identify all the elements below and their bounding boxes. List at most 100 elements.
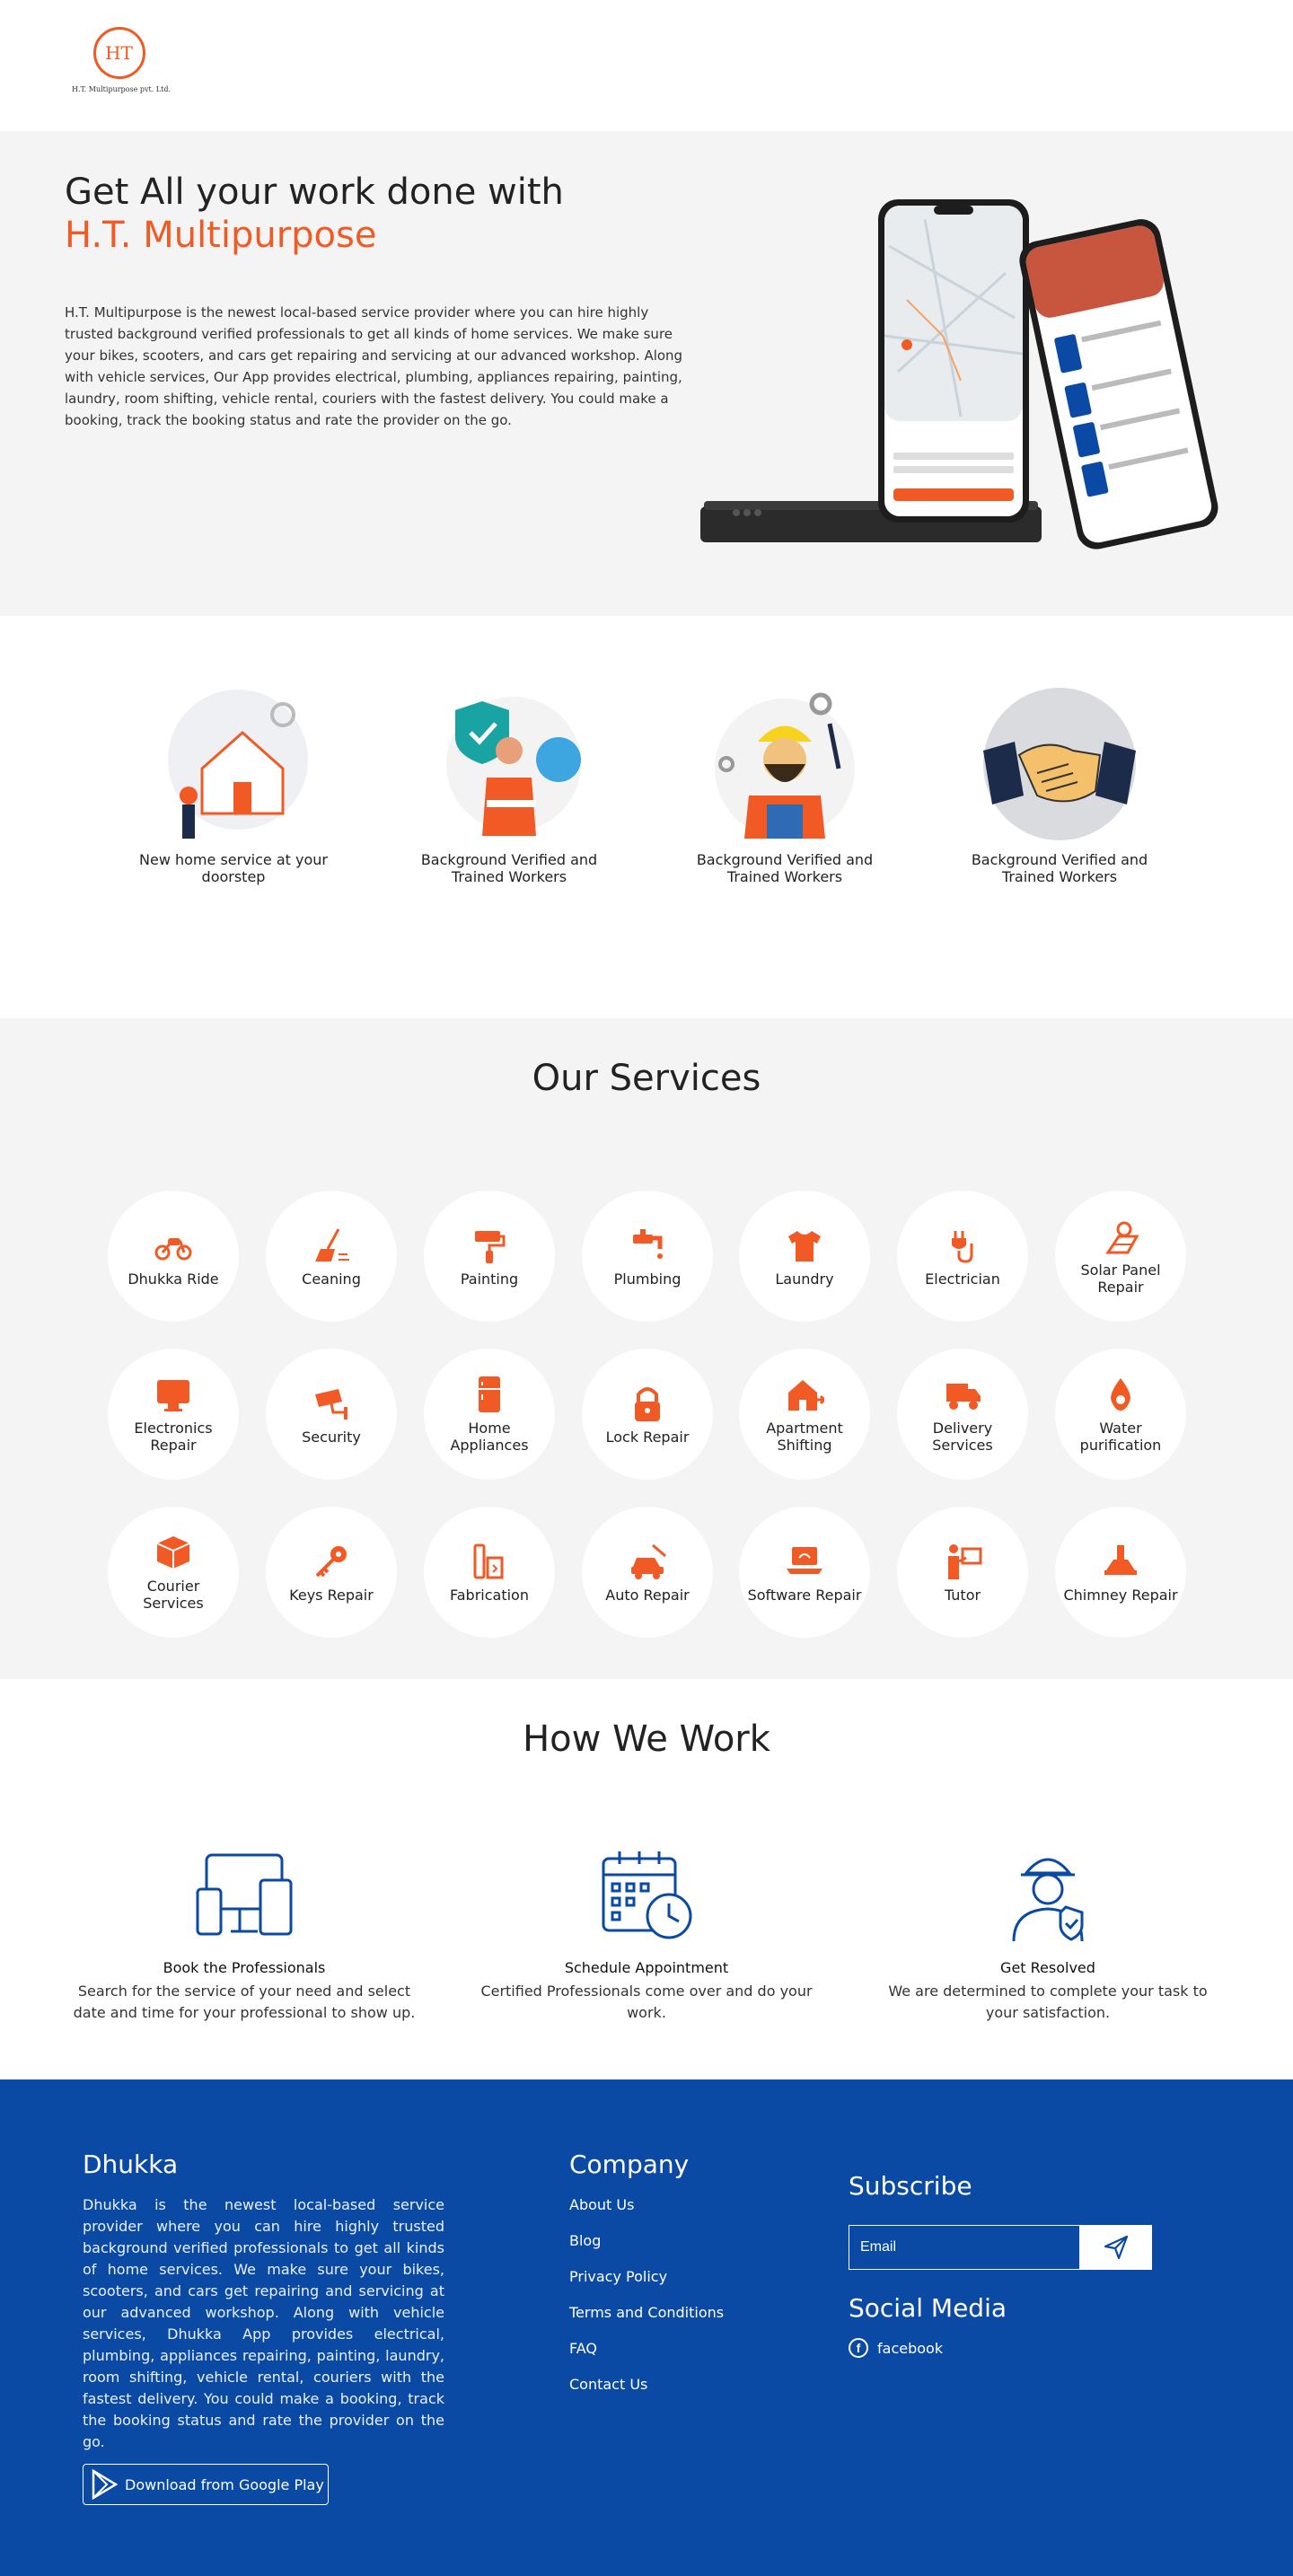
service-item[interactable]: Security	[266, 1349, 397, 1480]
service-item[interactable]: Water purification	[1055, 1349, 1186, 1480]
feature-label: New home service at your doorstep	[139, 851, 328, 885]
hero-title: Get All your work done with	[65, 171, 564, 213]
truck-icon	[946, 1384, 981, 1410]
calendar-clock-icon	[602, 1851, 692, 1939]
padlock-icon	[635, 1386, 660, 1421]
feature-item: Background Verified and Trained Workers	[690, 688, 879, 885]
services-title: Our Services	[532, 1058, 761, 1099]
step-item: Schedule Appointment Certified Professio…	[471, 1846, 822, 2024]
site-footer: Dhukka Dhukka is the newest local-based …	[0, 2079, 1293, 2576]
service-item[interactable]: Home Appliances	[424, 1349, 555, 1480]
service-label: Water purification	[1079, 1420, 1162, 1454]
step-title: Book the Professionals	[163, 1959, 326, 1976]
service-label: Electrician	[925, 1270, 1000, 1288]
cctv-icon	[315, 1388, 347, 1420]
phone-mockup-image	[700, 199, 1218, 549]
service-label: Home Appliances	[450, 1420, 529, 1454]
service-label: Apartment Shifting	[766, 1420, 843, 1454]
service-item[interactable]: Dhukka Ride	[108, 1191, 239, 1322]
monitor-icon	[157, 1380, 189, 1411]
chimney-icon	[1104, 1544, 1137, 1575]
logo-mark: HT	[92, 27, 145, 79]
construction-worker-illustration	[715, 692, 855, 839]
feature-item: Background Verified and Trained Workers	[415, 688, 603, 885]
hero-description: H.T. Multipurpose is the newest local-ba…	[65, 304, 683, 428]
step-description: Search for the service of your need and …	[73, 1983, 416, 2021]
service-label: Courier Services	[143, 1578, 204, 1612]
facebook-label: facebook	[877, 2339, 944, 2357]
feature-label: Background Verified and Trained Workers	[420, 851, 598, 885]
faucet-icon	[633, 1228, 663, 1259]
features-section: New home service at your doorstep Backgr…	[0, 616, 1293, 1018]
worker-shield-icon	[1012, 1858, 1084, 1942]
footer-company-links: About Us Blog Privacy Policy Terms and C…	[569, 2196, 724, 2412]
water-drop-icon	[1111, 1378, 1130, 1411]
step-item: Book the Professionals Search for the se…	[69, 1846, 419, 2024]
service-label: Fabrication	[450, 1586, 529, 1604]
hero-brand: H.T. Multipurpose	[65, 215, 377, 256]
footer-link-contact-us[interactable]: Contact Us	[569, 2376, 724, 2412]
social-media-title: Social Media	[849, 2293, 1007, 2323]
footer-link-terms[interactable]: Terms and Conditions	[569, 2304, 724, 2340]
service-label: Lock Repair	[605, 1428, 690, 1446]
facebook-link[interactable]: f facebook	[849, 2338, 943, 2358]
service-label: Ceaning	[302, 1270, 361, 1288]
service-item[interactable]: Keys Repair	[266, 1507, 397, 1638]
service-item[interactable]: Apartment Shifting	[739, 1349, 870, 1480]
service-item[interactable]: Software Repair	[739, 1507, 870, 1638]
footer-brand: Dhukka	[83, 2150, 179, 2179]
moving-icon	[788, 1380, 824, 1411]
subscribe-form	[849, 2225, 1152, 2270]
service-item[interactable]: Electrician	[897, 1191, 1028, 1322]
paint-roller-icon	[475, 1230, 506, 1263]
broom-icon	[315, 1227, 349, 1262]
service-item[interactable]: Fabrication	[424, 1507, 555, 1638]
hero-section: Get All your work done with H.T. Multipu…	[0, 131, 1293, 616]
service-item[interactable]: Ceaning	[266, 1191, 397, 1322]
service-item[interactable]: Lock Repair	[582, 1349, 713, 1480]
feature-label: Background Verified and Trained Workers	[971, 851, 1148, 885]
subscribe-send-button[interactable]	[1080, 2225, 1152, 2270]
service-item[interactable]: Delivery Services	[897, 1349, 1028, 1480]
feature-item: Background Verified and Trained Workers	[965, 688, 1154, 885]
service-item[interactable]: Auto Repair	[582, 1507, 713, 1638]
step-title: Get Resolved	[1000, 1959, 1095, 1976]
google-play-button[interactable]: Download from Google Play	[83, 2464, 329, 2505]
service-item[interactable]: Courier Services	[108, 1507, 239, 1638]
footer-link-privacy-policy[interactable]: Privacy Policy	[569, 2268, 724, 2304]
service-label: Solar Panel Repair	[1080, 1262, 1161, 1296]
step-description: We are determined to complete your task …	[888, 1983, 1208, 2021]
service-item[interactable]: Tutor	[897, 1507, 1028, 1638]
google-play-label: Download from Google Play	[125, 2475, 324, 2493]
footer-about-text: Dhukka is the newest local-based service…	[83, 2196, 444, 2450]
footer-link-faq[interactable]: FAQ	[569, 2340, 724, 2376]
devices-icon	[196, 1853, 293, 1936]
footer-link-about-us[interactable]: About Us	[569, 2196, 724, 2232]
service-item[interactable]: Painting	[424, 1191, 555, 1322]
service-item[interactable]: Laundry	[739, 1191, 870, 1322]
company-logo[interactable]: HT H.T. Multipurpose pvt. Ltd.	[72, 27, 171, 99]
key-icon	[315, 1545, 347, 1577]
solar-icon	[1105, 1221, 1139, 1254]
service-label: Auto Repair	[605, 1586, 690, 1604]
verified-worker-illustration	[446, 697, 581, 836]
house-worker-illustration	[168, 690, 308, 839]
subscribe-title: Subscribe	[849, 2171, 972, 2201]
laptop-icon	[787, 1546, 822, 1574]
service-label: Software Repair	[747, 1586, 862, 1604]
logo-text: H.T. Multipurpose pvt. Ltd.	[72, 85, 171, 93]
site-header: HT H.T. Multipurpose pvt. Ltd.	[0, 0, 1293, 131]
service-item[interactable]: Electronics Repair	[108, 1349, 239, 1480]
service-label: Keys Repair	[289, 1586, 374, 1604]
motorbike-icon	[154, 1237, 192, 1260]
service-item[interactable]: Plumbing	[582, 1191, 713, 1322]
email-input[interactable]	[849, 2225, 1080, 2270]
footer-link-blog[interactable]: Blog	[569, 2232, 724, 2268]
google-play-icon	[92, 2469, 118, 2500]
fridge-icon	[479, 1376, 500, 1412]
service-item[interactable]: Chimney Repair	[1055, 1507, 1186, 1638]
service-item[interactable]: Solar Panel Repair	[1055, 1191, 1186, 1322]
step-item: Get Resolved We are determined to comple…	[873, 1846, 1223, 2024]
facebook-icon: f	[849, 2338, 868, 2358]
service-label: Painting	[460, 1270, 519, 1288]
